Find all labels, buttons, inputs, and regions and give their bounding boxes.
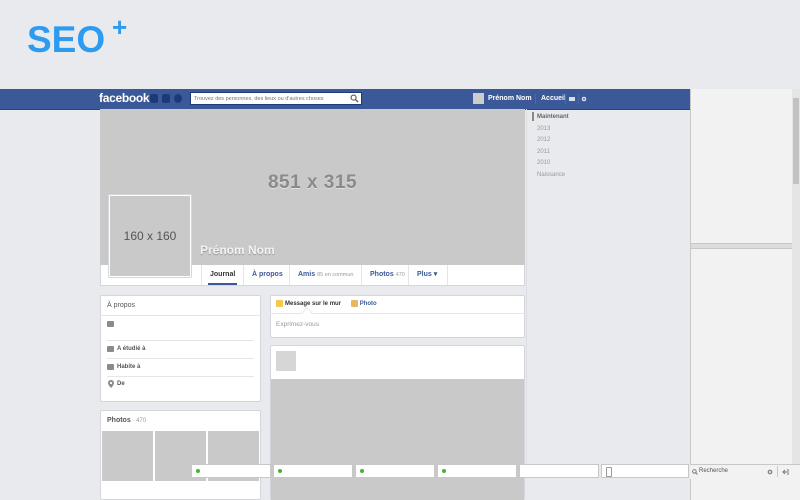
home-link[interactable]: Accueil [541, 95, 566, 102]
tab-more[interactable]: Plus ▾ [408, 265, 448, 285]
privacy-icon[interactable] [569, 96, 575, 102]
divider [777, 466, 778, 477]
chat-search-bar: Recherche [690, 464, 800, 479]
user-name-link[interactable]: Prénom Nom [488, 95, 532, 102]
tab-label: Amis [298, 271, 316, 278]
home-icon [107, 364, 114, 370]
timeline-item[interactable]: 2011 [537, 149, 550, 155]
user-avatar[interactable] [473, 93, 484, 104]
tab-label: Photos [370, 271, 394, 278]
row-divider [107, 358, 254, 359]
timeline-divider [526, 109, 527, 464]
tab-label: Journal [210, 271, 236, 278]
pencil-icon [276, 300, 283, 307]
row-divider [107, 376, 254, 377]
tab-label: À propos [252, 271, 283, 278]
row-divider [107, 340, 254, 341]
nav-divider [578, 94, 579, 104]
about-studied-label: A étudié à [117, 346, 146, 352]
cover-size-label: 851 x 315 [267, 172, 358, 193]
online-indicator [196, 469, 200, 473]
chat-tab[interactable] [355, 464, 435, 478]
row-divider [100, 315, 261, 316]
composer-tab-status[interactable]: Message sur le mur [276, 300, 342, 308]
tab-journal[interactable]: Journal [201, 265, 243, 285]
profile-name[interactable]: Prénom Nom [200, 243, 275, 257]
location-pin-icon [108, 380, 114, 388]
school-icon [107, 346, 114, 352]
briefcase-icon [107, 321, 114, 327]
messages-icon[interactable] [162, 94, 170, 103]
chat-tab[interactable] [437, 464, 517, 478]
search-input[interactable] [191, 93, 344, 104]
chat-tab[interactable] [519, 464, 599, 478]
chat-search-input[interactable]: Recherche [699, 468, 728, 474]
search-field[interactable] [190, 92, 362, 105]
tab-sub: 85 en commun [317, 272, 354, 278]
scrollbar-thumb[interactable] [793, 98, 799, 184]
search-icon [692, 469, 698, 475]
composer-photo-label: Photo [359, 301, 377, 308]
about-title[interactable]: À propos [107, 302, 135, 309]
online-indicator [360, 469, 364, 473]
collapse-icon[interactable] [782, 469, 789, 475]
nav-divider [535, 94, 536, 104]
photos-title[interactable]: Photos · 470 [107, 417, 146, 424]
photo-icon [350, 300, 358, 307]
chat-tab[interactable] [191, 464, 271, 478]
chat-tab[interactable] [273, 464, 353, 478]
tab-sub: 470 [395, 272, 405, 278]
post-image[interactable] [271, 379, 524, 500]
friends-icon[interactable] [150, 94, 158, 103]
composer-input[interactable]: Exprimez-vous [276, 321, 319, 328]
timeline-item[interactable]: 2013 [537, 126, 550, 132]
timeline-marker [532, 112, 534, 121]
seo-plus-logo: SEO + [27, 12, 139, 60]
tab-friends[interactable]: Amis 85 en commun [289, 265, 361, 285]
settings-icon[interactable] [581, 96, 587, 102]
sidebar-splitter[interactable] [691, 243, 792, 249]
search-icon[interactable] [350, 94, 359, 103]
nav-divider [565, 94, 566, 104]
composer-status-label: Message sur le mur [285, 301, 342, 308]
seo-logo-text: SEO [27, 19, 105, 56]
tab-label: Plus ▾ [417, 271, 438, 278]
timeline-item[interactable]: Naissance [537, 172, 565, 178]
about-lives-label: Habite à [117, 364, 141, 370]
chat-sidebar [690, 89, 800, 500]
online-indicator [278, 469, 282, 473]
tab-about[interactable]: À propos [243, 265, 289, 285]
timeline-item[interactable]: 2012 [537, 137, 550, 143]
mobile-icon [606, 467, 612, 477]
chat-tab-mobile[interactable] [601, 464, 689, 478]
composer-tabs: Message sur le mur Photo [276, 300, 377, 307]
notifications-icon[interactable] [174, 94, 182, 103]
post-author-avatar[interactable] [276, 351, 296, 371]
online-indicator [442, 469, 446, 473]
timeline-item[interactable]: 2010 [537, 160, 550, 166]
facebook-top-bar: facebook Prénom Nom Accueil [0, 89, 690, 110]
about-from-label: De [117, 381, 125, 387]
seo-logo-plus: + [112, 14, 127, 42]
timeline-item[interactable]: Maintenant [537, 114, 569, 120]
facebook-logo[interactable]: facebook [99, 91, 150, 105]
photo-thumbnail[interactable] [102, 431, 153, 481]
gear-icon[interactable] [767, 469, 773, 475]
photos-count: · 470 [130, 418, 147, 424]
profile-picture-size-label: 160 x 160 [123, 229, 177, 243]
tab-photos[interactable]: Photos 470 [361, 265, 408, 285]
composer-tab-photo[interactable]: Photo [350, 300, 377, 308]
photos-title-text: Photos [107, 417, 131, 424]
